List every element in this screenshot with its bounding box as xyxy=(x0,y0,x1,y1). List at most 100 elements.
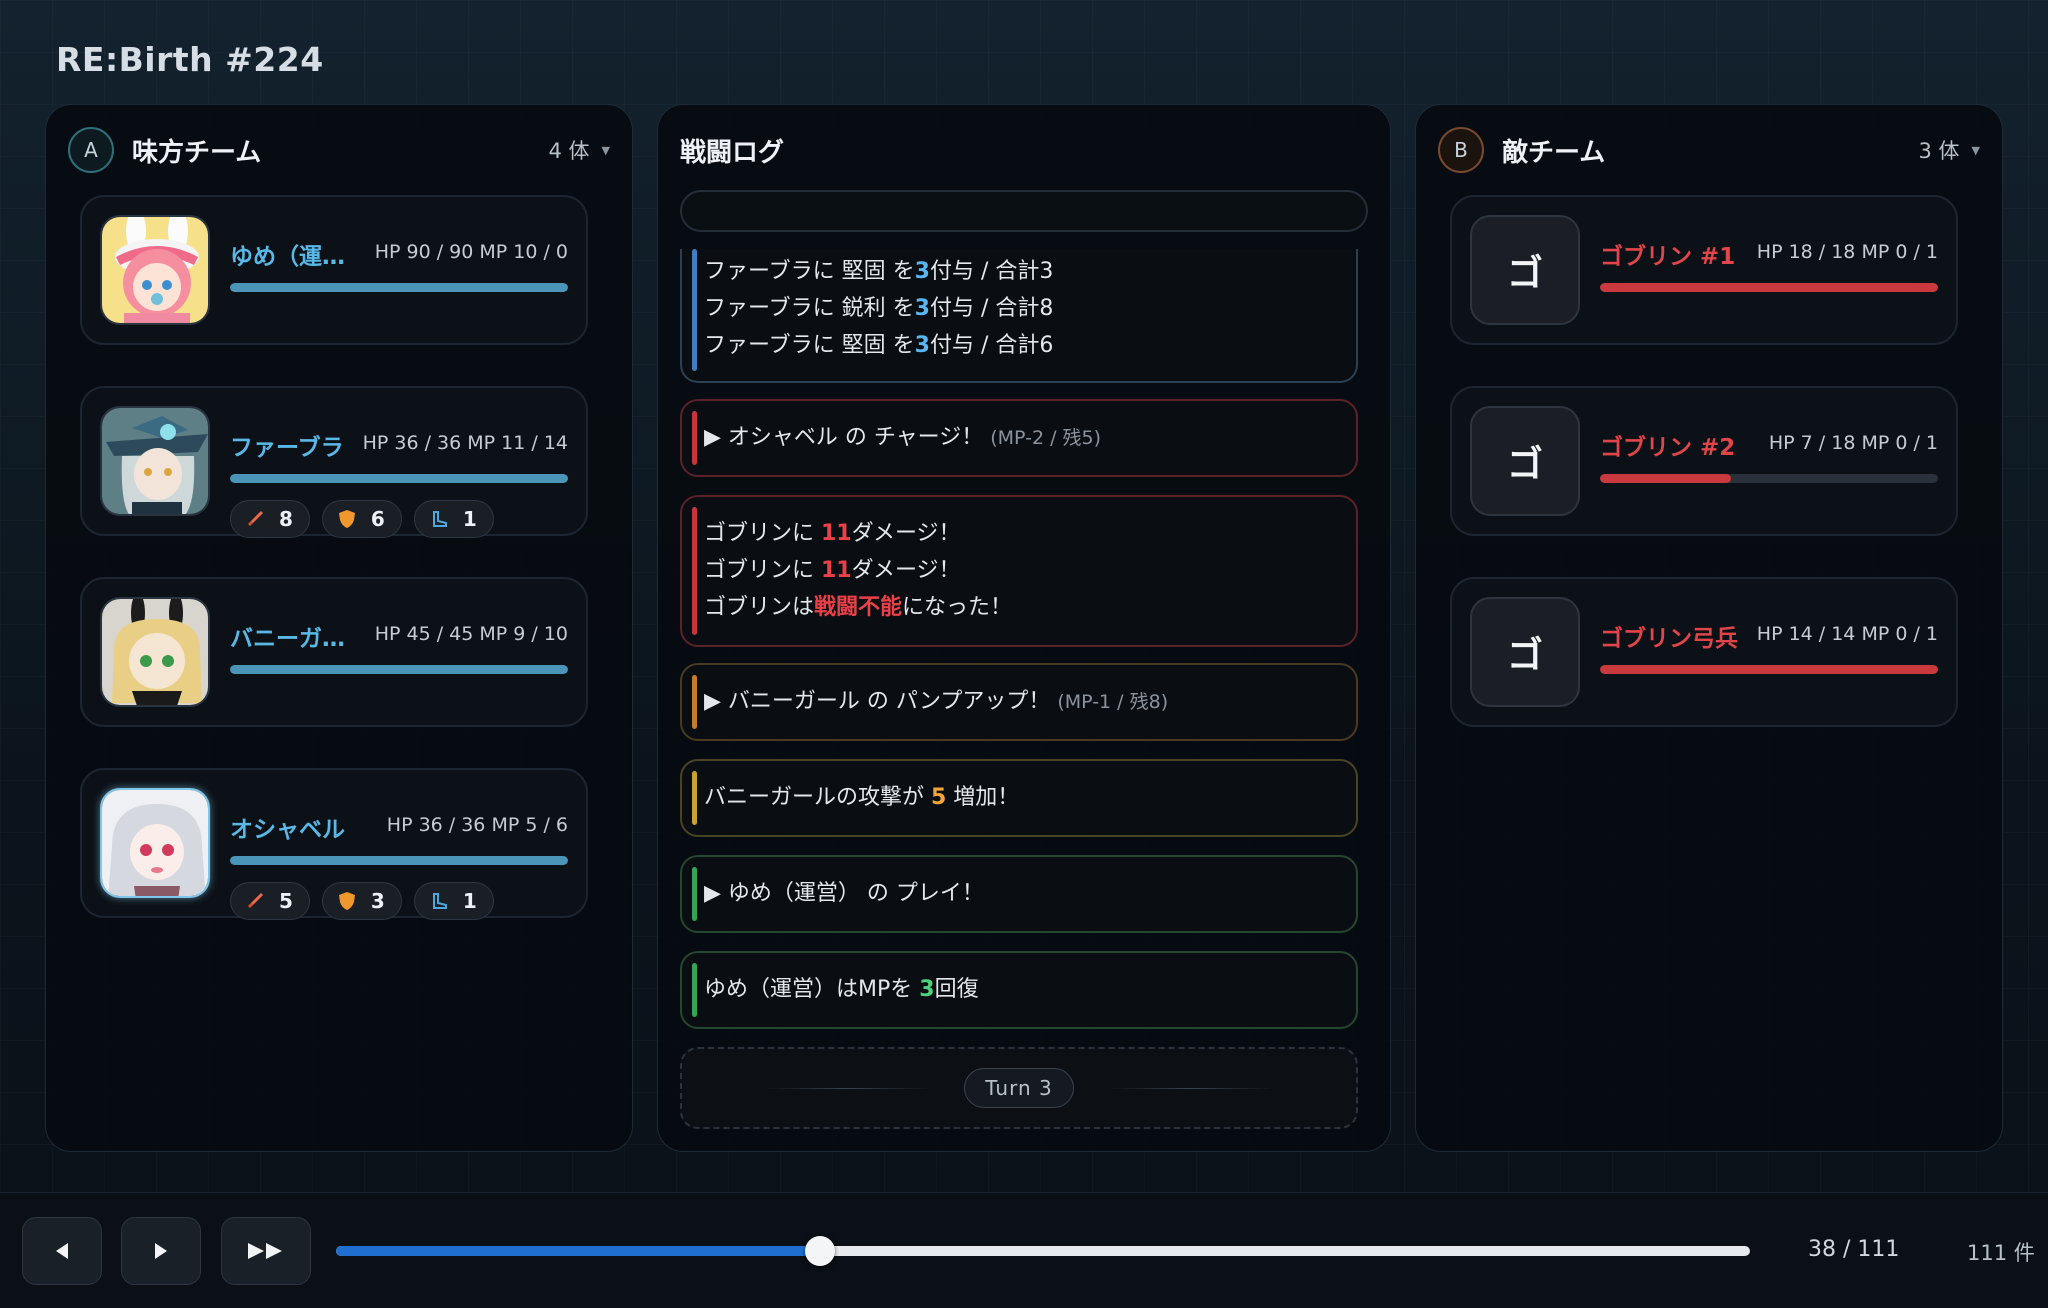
attack-buff: 8 xyxy=(230,500,310,538)
log-entry-action: ▶ ゆめ（運営） の プレイ！ xyxy=(680,855,1358,933)
log-filter-input[interactable] xyxy=(680,190,1368,232)
unit-name: バニーガ… xyxy=(230,626,345,652)
enemy-portrait: ゴ xyxy=(1470,597,1580,707)
enemy-unit-card[interactable]: ゴ ゴブリン #2 HP 7 / 18 MP 0 / 1 xyxy=(1450,386,1958,536)
log-line: ▶ オシャベル の チャージ！ (MP-2 / 残5) xyxy=(704,425,1102,450)
sword-icon xyxy=(248,511,263,526)
chevron-down-icon: ▼ xyxy=(601,143,610,157)
speed-buff: 1 xyxy=(413,882,494,920)
boot-icon xyxy=(432,511,447,527)
log-entry: ゴブリンに 11ダメージ！ ゴブリンに 11ダメージ！ ゴブリンは戦闘不能になっ… xyxy=(680,495,1358,647)
ally-count: 4 体 xyxy=(548,139,590,163)
unit-stats: HP 18 / 18 MP 0 / 1 xyxy=(1756,241,1938,263)
log-line: ファーブラに 堅固 を3付与 / 合計6 xyxy=(704,333,1054,358)
enemy-portrait: ゴ xyxy=(1470,406,1580,516)
buff-value: 1 xyxy=(462,507,477,531)
ally-team-panel: A 味方チーム 4 体 ▼ ゆめ（運… HP 90 / 90 MP 10 / 0… xyxy=(45,104,633,1152)
log-entry-action: ▶ バニーガール の パンプアップ！ (MP-1 / 残8) xyxy=(680,663,1358,741)
buff-value: 3 xyxy=(370,889,385,913)
log-line: ゴブリンに 11ダメージ！ xyxy=(704,521,961,546)
ally-portrait-oshaberu xyxy=(100,788,210,898)
buff-value: 5 xyxy=(279,889,293,913)
team-b-badge: B xyxy=(1438,127,1484,173)
turn-divider: Turn 3 xyxy=(680,1047,1358,1129)
log-line: ファーブラに 堅固 を3付与 / 合計3 xyxy=(704,259,1054,284)
enemy-count: 3 体 xyxy=(1918,139,1960,163)
timeline-progress xyxy=(336,1246,821,1256)
unit-name: ゴブリン #1 xyxy=(1600,244,1736,270)
defense-buff: 6 xyxy=(321,500,402,538)
unit-stats: HP 90 / 90 MP 10 / 0 xyxy=(374,241,568,263)
unit-name: ファーブラ xyxy=(230,435,344,461)
unit-stats: HP 45 / 45 MP 9 / 10 xyxy=(374,623,568,645)
log-line: ゴブリンに 11ダメージ！ xyxy=(704,558,961,583)
ally-portrait-bunny xyxy=(100,597,210,707)
timeline-thumb[interactable] xyxy=(805,1236,836,1266)
hp-bar xyxy=(230,283,568,292)
unit-name: ゆめ（運… xyxy=(230,244,345,270)
enemy-count-dropdown[interactable]: 3 体 ▼ xyxy=(1918,135,1980,165)
hp-bar xyxy=(1600,283,1938,292)
log-line: ファーブラに 鋭利 を3付与 / 合計8 xyxy=(704,296,1054,321)
enemy-unit-card[interactable]: ゴ ゴブリン弓兵 HP 14 / 14 MP 0 / 1 xyxy=(1450,577,1958,727)
ally-portrait-fabula xyxy=(100,406,210,516)
shield-icon xyxy=(338,510,355,528)
total-count: 111 件 xyxy=(1967,1241,2035,1265)
log-entry: バニーガールの攻撃が 5 増加！ xyxy=(680,759,1358,837)
turn-label: Turn 3 xyxy=(964,1068,1074,1108)
step-back-icon xyxy=(56,1243,68,1259)
unit-name: ゴブリン #2 xyxy=(1600,435,1736,461)
buff-value: 6 xyxy=(370,507,385,531)
defense-buff: 3 xyxy=(321,882,402,920)
log-line: バニーガールの攻撃が 5 増加！ xyxy=(704,785,1020,810)
shield-icon xyxy=(338,892,355,910)
speed-buff: 1 xyxy=(413,500,494,538)
fast-forward-button[interactable] xyxy=(221,1217,311,1285)
app-title: RE:Birth #224 xyxy=(56,40,324,79)
enemy-portrait: ゴ xyxy=(1470,215,1580,325)
buff-list: 5 3 1 xyxy=(230,882,494,920)
sword-icon xyxy=(248,893,263,908)
hp-bar xyxy=(230,856,568,865)
enemy-team-panel: B 敵チーム 3 体 ▼ ゴ ゴブリン #1 HP 18 / 18 MP 0 /… xyxy=(1415,104,2003,1152)
unit-stats: HP 36 / 36 MP 5 / 6 xyxy=(386,814,568,836)
play-button[interactable] xyxy=(121,1217,201,1285)
step-back-button[interactable] xyxy=(22,1217,102,1285)
buff-value: 1 xyxy=(462,889,477,913)
buff-value: 8 xyxy=(279,507,293,531)
unit-name: オシャベル xyxy=(230,817,345,843)
battle-log-title: 戦闘ログ xyxy=(680,137,785,168)
hp-bar xyxy=(230,665,568,674)
unit-stats: HP 36 / 36 MP 11 / 14 xyxy=(362,432,568,454)
ally-unit-card[interactable]: ゆめ（運… HP 90 / 90 MP 10 / 0 xyxy=(80,195,588,345)
ally-count-dropdown[interactable]: 4 体 ▼ xyxy=(548,135,610,165)
ally-unit-card[interactable]: バニーガ… HP 45 / 45 MP 9 / 10 xyxy=(80,577,588,727)
chevron-down-icon: ▼ xyxy=(1971,143,1980,157)
fast-forward-icon xyxy=(248,1243,282,1259)
log-entry: ゆめ（運営）はMPを 3回復 xyxy=(680,951,1358,1029)
battle-log-panel: 戦闘ログ ファーブラに 堅固 を3付与 / 合計3 ファーブラに 鋭利 を3付与… xyxy=(657,104,1391,1152)
log-line: ▶ ゆめ（運営） の プレイ！ xyxy=(704,881,984,906)
play-icon xyxy=(155,1243,167,1259)
hp-bar xyxy=(1600,665,1938,674)
unit-stats: HP 7 / 18 MP 0 / 1 xyxy=(1768,432,1938,454)
buff-list: 8 6 1 xyxy=(230,500,494,538)
unit-stats: HP 14 / 14 MP 0 / 1 xyxy=(1756,623,1938,645)
ally-unit-card[interactable]: オシャベル HP 36 / 36 MP 5 / 6 5 3 1 xyxy=(80,768,588,920)
timeline-slider[interactable] xyxy=(336,1236,1750,1266)
boot-icon xyxy=(432,893,447,909)
attack-buff: 5 xyxy=(230,882,310,920)
enemy-unit-card[interactable]: ゴ ゴブリン #1 HP 18 / 18 MP 0 / 1 xyxy=(1450,195,1958,345)
ally-team-title: 味方チーム xyxy=(132,137,262,168)
hp-bar xyxy=(1600,474,1938,483)
playback-bar: 38 / 111 111 件 xyxy=(0,1192,2048,1308)
ally-team-header: A 味方チーム 4 体 ▼ xyxy=(68,125,610,175)
ally-portrait-yume xyxy=(100,215,210,325)
log-entry-action: ▶ オシャベル の チャージ！ (MP-2 / 残5) xyxy=(680,399,1358,477)
position-readout: 38 / 111 xyxy=(1808,1237,1900,1262)
hp-bar xyxy=(230,474,568,483)
ally-unit-card[interactable]: ファーブラ HP 36 / 36 MP 11 / 14 8 6 1 xyxy=(80,386,588,538)
team-a-badge: A xyxy=(68,127,114,173)
log-entry: ファーブラに 堅固 を3付与 / 合計3 ファーブラに 鋭利 を3付与 / 合計… xyxy=(680,249,1358,383)
enemy-team-header: B 敵チーム 3 体 ▼ xyxy=(1438,125,1980,175)
